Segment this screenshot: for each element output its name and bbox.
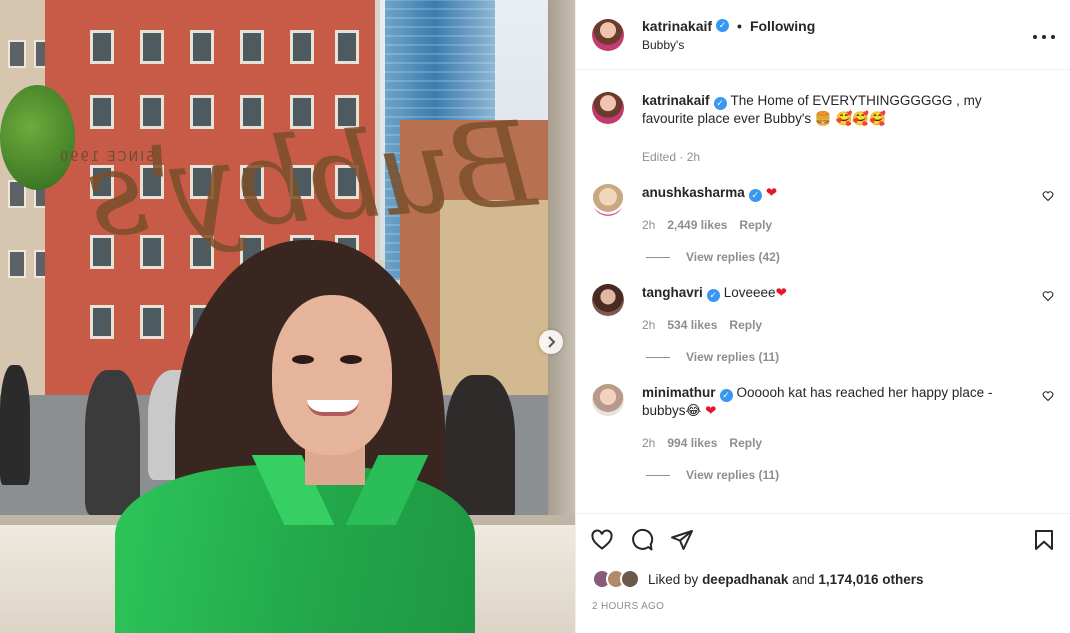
likes-prefix: Liked by <box>648 571 699 587</box>
verified-badge-icon: ✓ <box>706 288 720 302</box>
comment-time: 2h <box>642 218 656 232</box>
person-eye <box>340 355 362 364</box>
comment-body: tanghavri ✓ Loveeee❤ 2h 534 likes Reply <box>642 284 1054 332</box>
comment-item: tanghavri ✓ Loveeee❤ 2h 534 likes Reply <box>592 284 1054 332</box>
comment-username[interactable]: minimathur <box>642 385 716 400</box>
comment-body: anushkasharma ✓ ❤ 2h 2,449 likes Reply <box>642 184 1054 232</box>
post-side-panel: katrinakaif ✓ • Following Bubby's katrin… <box>575 0 1070 633</box>
location-link[interactable]: Bubby's <box>642 38 1032 52</box>
avatar[interactable] <box>592 184 624 216</box>
comment-meta: 2h 994 likes Reply <box>642 436 1034 450</box>
comment-time: 2h <box>642 318 656 332</box>
post-header: katrinakaif ✓ • Following Bubby's <box>576 0 1070 70</box>
view-replies-button[interactable]: View replies (11) <box>646 468 1054 482</box>
heart-emoji: ❤ <box>775 285 787 300</box>
verified-badge-icon: ✓ <box>713 96 727 110</box>
reply-button[interactable]: Reply <box>729 318 762 332</box>
verified-badge-icon: ✓ <box>719 388 733 402</box>
post-actions-bar <box>576 513 1070 565</box>
caption-meta: Edited · 2h <box>642 150 1034 164</box>
following-button[interactable]: Following <box>750 18 815 34</box>
comment-icon <box>632 528 654 550</box>
avatar <box>620 569 640 589</box>
instagram-post: Bubby's SINCE 1990 katrinakaif ✓ • Follo… <box>0 0 1070 633</box>
reply-button[interactable]: Reply <box>739 218 772 232</box>
like-comment-icon[interactable] <box>1042 390 1054 402</box>
heart-emoji: ❤ <box>705 403 717 418</box>
header-username[interactable]: katrinakaif <box>642 18 712 34</box>
header-username-row: katrinakaif ✓ • Following <box>642 18 1032 34</box>
photo-pedestrian <box>0 365 30 485</box>
comment-item: minimathur ✓ Oooooh kat has reached her ha… <box>592 384 1054 450</box>
caption-edited-time: Edited · 2h <box>642 150 701 164</box>
comment-text-line: anushkasharma ✓ ❤ <box>642 184 1034 202</box>
heart-icon <box>591 529 613 550</box>
comment-meta: 2h 2,449 likes Reply <box>642 218 1034 232</box>
avatar[interactable] <box>592 92 624 124</box>
share-button[interactable] <box>670 528 694 552</box>
post-timestamp[interactable]: 2 HOURS AGO <box>576 593 1070 633</box>
save-button[interactable] <box>1032 528 1056 552</box>
liker-username[interactable]: deepadhanak <box>702 572 788 587</box>
comment-username[interactable]: anushkasharma <box>642 185 745 200</box>
verified-badge-icon: ✓ <box>716 19 730 32</box>
caption-username[interactable]: katrinakaif <box>642 93 710 108</box>
comment-button[interactable] <box>630 528 654 552</box>
view-replies-button[interactable]: View replies (42) <box>646 250 1054 264</box>
post-photo[interactable]: Bubby's SINCE 1990 <box>0 0 575 633</box>
comments-section: katrinakaif ✓ The Home of EVERYTHINGGGGGG … <box>576 70 1070 513</box>
photo-tree <box>0 85 75 190</box>
chevron-right-icon <box>548 336 556 348</box>
person-eye <box>292 355 314 364</box>
avatar[interactable] <box>592 18 624 51</box>
likes-summary: Liked by deepadhanak and 1,174,016 other… <box>576 565 1070 593</box>
separator-dot: • <box>737 17 742 34</box>
more-options-button[interactable] <box>1032 24 1056 45</box>
avatar[interactable] <box>592 384 624 416</box>
comment-text-line: tanghavri ✓ Loveeee❤ <box>642 284 1034 302</box>
comment-likes[interactable]: 994 likes <box>667 436 717 450</box>
like-button[interactable] <box>590 528 614 552</box>
verified-badge-icon: ✓ <box>748 188 762 202</box>
person-smile <box>307 400 359 416</box>
likes-middle: and <box>792 571 815 587</box>
likes-others[interactable]: 1,174,016 others <box>818 572 923 587</box>
like-comment-icon[interactable] <box>1042 190 1054 202</box>
next-photo-button[interactable] <box>539 330 563 354</box>
window-since-text: SINCE 1990 <box>58 150 155 165</box>
caption-text-line: katrinakaif ✓ The Home of EVERYTHINGGGGGG … <box>642 92 1034 128</box>
comment-likes[interactable]: 2,449 likes <box>667 218 727 232</box>
more-horizontal-icon <box>1033 35 1055 39</box>
view-replies-button[interactable]: View replies (11) <box>646 350 1054 364</box>
caption-body: katrinakaif ✓ The Home of EVERYTHINGGGGGG … <box>642 92 1054 164</box>
comment-text-line: minimathur ✓ Oooooh kat has reached her ha… <box>642 384 1034 420</box>
heart-emoji: ❤ <box>765 185 778 200</box>
comment-time: 2h <box>642 436 656 450</box>
comment-username[interactable]: tanghavri <box>642 285 703 300</box>
person-face <box>272 295 392 455</box>
comment-text: Loveeee <box>723 285 776 300</box>
like-comment-icon[interactable] <box>1042 290 1054 302</box>
header-info: katrinakaif ✓ • Following Bubby's <box>642 18 1032 52</box>
liker-avatars <box>592 569 640 589</box>
comment-likes[interactable]: 534 likes <box>667 318 717 332</box>
comment-item: anushkasharma ✓ ❤ 2h 2,449 likes Reply <box>592 184 1054 232</box>
avatar[interactable] <box>592 284 624 316</box>
likes-text: Liked by deepadhanak and 1,174,016 other… <box>648 572 923 587</box>
bookmark-icon <box>1035 529 1053 550</box>
reply-button[interactable]: Reply <box>729 436 762 450</box>
photo-pedestrian <box>85 370 140 515</box>
comment-meta: 2h 534 likes Reply <box>642 318 1034 332</box>
send-icon <box>671 529 693 550</box>
post-caption: katrinakaif ✓ The Home of EVERYTHINGGGGGG … <box>592 92 1054 164</box>
comment-body: minimathur ✓ Oooooh kat has reached her ha… <box>642 384 1054 450</box>
